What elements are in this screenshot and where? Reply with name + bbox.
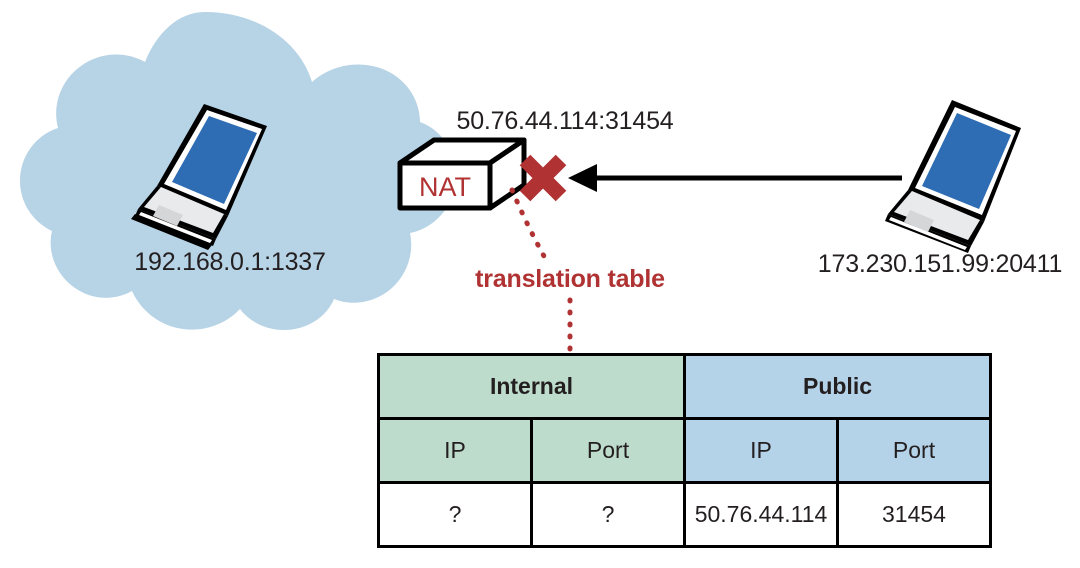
table-column-header-row: IP Port IP Port	[377, 417, 992, 484]
column-header-internal-ip: IP	[377, 417, 533, 484]
inbound-arrow-icon	[568, 164, 902, 192]
nat-box-label: NAT	[419, 172, 471, 202]
table-group-header-row: Internal Public	[377, 353, 992, 420]
cell-public-port: 31454	[836, 481, 992, 548]
external-host-laptop-icon	[885, 100, 1021, 253]
nat-translation-table: Internal Public IP Port IP Port ? ? 50.7…	[377, 353, 992, 548]
group-header-public: Public	[683, 353, 992, 420]
column-header-internal-port: Port	[530, 417, 686, 484]
table-row: ? ? 50.76.44.114 31454	[377, 481, 992, 548]
nat-public-address-label: 50.76.44.114:31454	[456, 107, 674, 135]
cell-internal-ip: ?	[377, 481, 533, 548]
column-header-public-port: Port	[836, 417, 992, 484]
x-mark-icon	[519, 154, 567, 202]
column-header-public-ip: IP	[683, 417, 839, 484]
diagram-canvas: NAT 192.168.0.1:1337 50.76.44.114:31454 …	[0, 0, 1080, 568]
group-header-internal: Internal	[377, 353, 686, 420]
cell-public-ip: 50.76.44.114	[683, 481, 839, 548]
external-host-address-label: 173.230.151.99:20411	[817, 250, 1063, 278]
internal-host-address-label: 192.168.0.1:1337	[134, 248, 326, 276]
translation-table-callout-label: translation table	[475, 265, 665, 293]
cell-internal-port: ?	[530, 481, 686, 548]
